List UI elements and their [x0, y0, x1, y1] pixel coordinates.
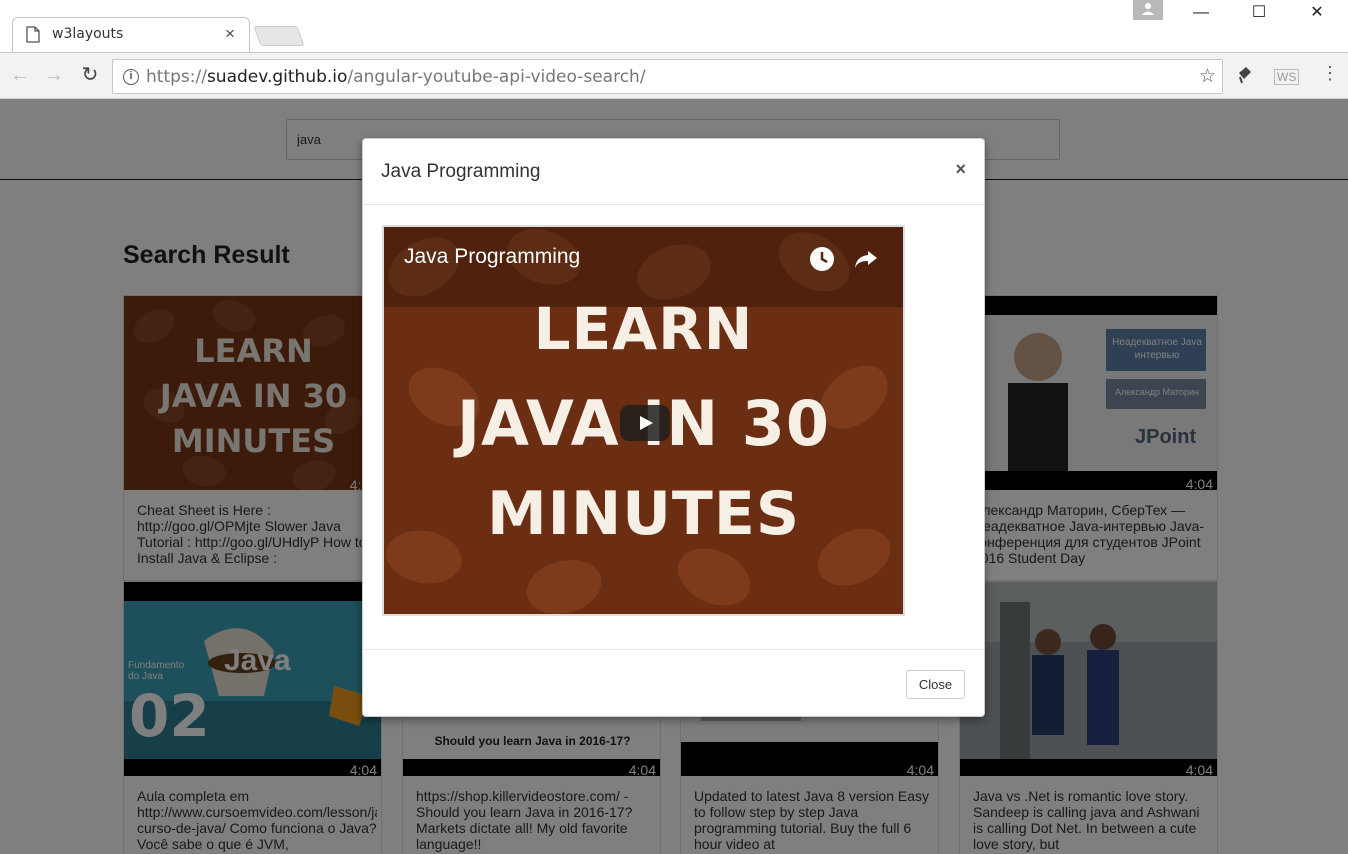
play-button[interactable] [620, 405, 670, 441]
maximize-icon[interactable]: ☐ [1239, 2, 1279, 26]
browser-titlebar: w3layouts × — ☐ ✕ [0, 0, 1348, 53]
video-title[interactable]: Java Programming [404, 245, 580, 269]
url-scheme: https:// [146, 67, 207, 87]
ws-extension-icon[interactable]: WS [1274, 69, 1300, 85]
modal-title: Java Programming [381, 161, 541, 182]
address-bar[interactable]: i https://suadev.github.io/angular-youtu… [112, 59, 1223, 94]
page-content: Search Result LEARN JAVA IN 30 MINUTES 4… [0, 99, 1348, 854]
video-headline: LEARN [533, 295, 754, 363]
forward-arrow-icon[interactable]: → [42, 64, 66, 88]
back-arrow-icon[interactable]: ← [8, 64, 32, 88]
tab-close-icon[interactable]: × [225, 24, 235, 44]
close-button[interactable]: Close [906, 670, 965, 699]
reload-icon[interactable]: ↻ [78, 64, 102, 88]
url-text[interactable]: https://suadev.github.io/angular-youtube… [146, 67, 646, 87]
video-headline: MINUTES [486, 479, 801, 549]
browser-toolbar: ← → ↻ i https://suadev.github.io/angular… [0, 52, 1348, 99]
bookmark-star-icon[interactable]: ☆ [1199, 65, 1216, 88]
menu-kebab-icon[interactable]: ⋮ [1321, 63, 1339, 84]
close-window-icon[interactable]: ✕ [1297, 2, 1337, 26]
extension-tag-icon[interactable] [1236, 65, 1254, 89]
share-arrow-icon[interactable] [852, 245, 880, 273]
browser-tab[interactable] [12, 17, 250, 53]
modal-footer: Close [363, 649, 984, 718]
page-icon [26, 26, 40, 43]
modal-header: Java Programming × [363, 139, 984, 205]
tab-title: w3layouts [52, 26, 124, 42]
watch-later-clock-icon[interactable] [808, 245, 836, 273]
video-player[interactable]: Java Programming LEARN JAVA IN 30 MINUTE… [382, 225, 905, 616]
url-path: /angular-youtube-api-video-search/ [347, 67, 646, 87]
minimize-icon[interactable]: — [1181, 2, 1221, 26]
new-tab-button[interactable] [253, 26, 305, 46]
play-icon [640, 416, 653, 430]
url-host: suadev.github.io [206, 67, 348, 87]
user-profile-icon[interactable] [1133, 0, 1163, 20]
modal-close-icon[interactable]: × [955, 159, 966, 180]
info-icon[interactable]: i [123, 69, 139, 85]
video-modal: Java Programming × Java Programming LEAR… [362, 138, 985, 717]
